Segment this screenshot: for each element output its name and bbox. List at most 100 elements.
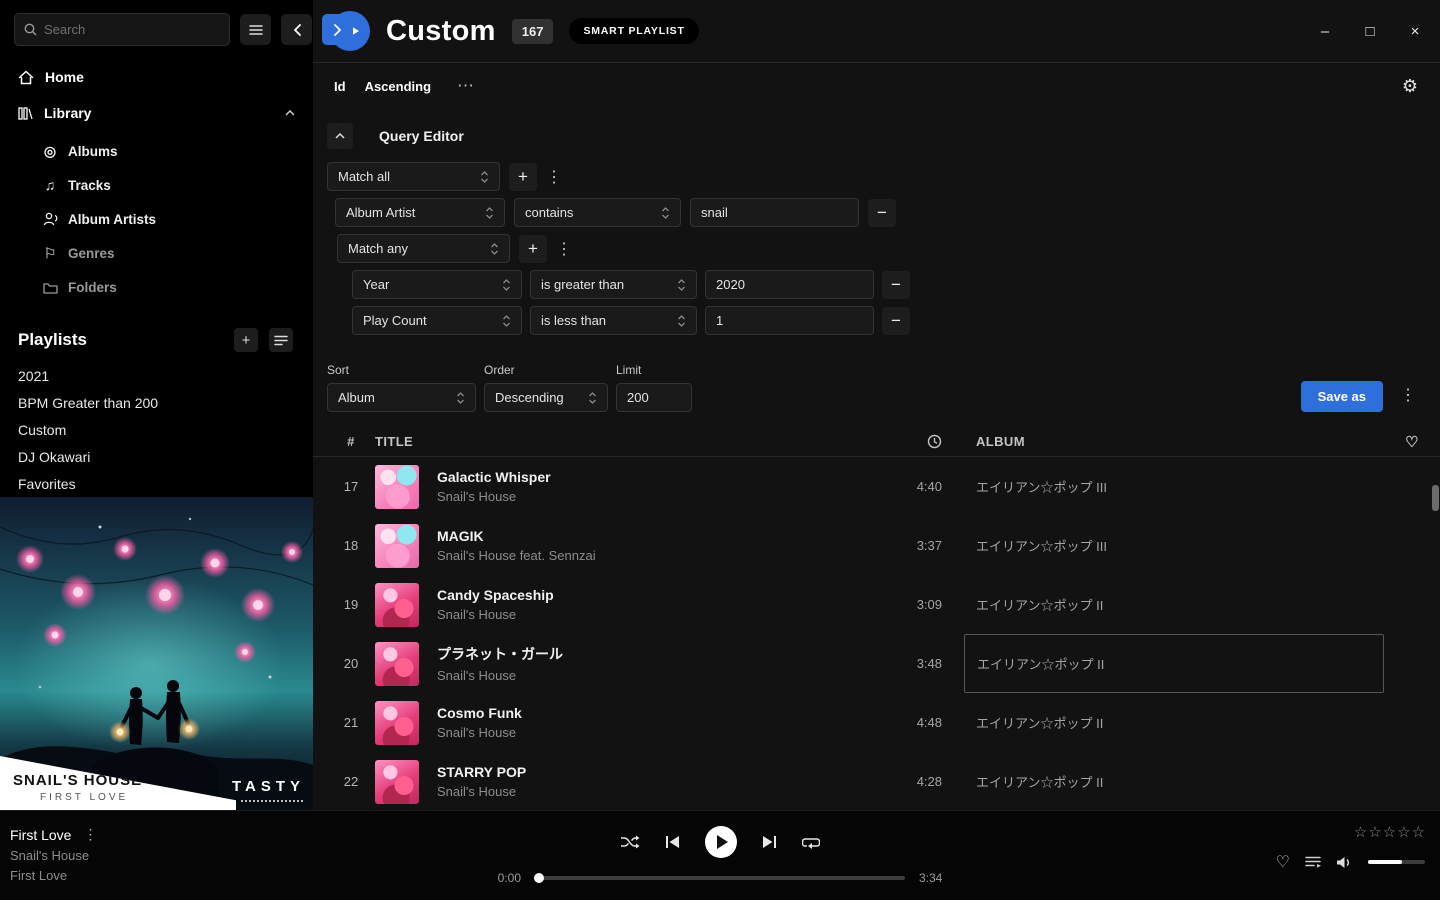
track-thumbnail[interactable] (375, 701, 419, 745)
table-row[interactable]: 21 Cosmo Funk Snail's House 4:48 エイリアン☆ポ… (313, 693, 1440, 752)
sidebar-item-tracks[interactable]: ♫ Tracks (0, 168, 313, 202)
scrollbar-track[interactable] (1431, 427, 1440, 810)
rule-value-input[interactable] (716, 313, 863, 328)
playlist-item[interactable]: DJ Okawari (0, 443, 313, 470)
add-rule-button[interactable]: + (519, 235, 547, 263)
rule-field-select[interactable]: Play Count (352, 306, 522, 335)
rule-field-select[interactable]: Album Artist (335, 198, 505, 227)
track-thumbnail[interactable] (375, 583, 419, 627)
maximize-button[interactable]: □ (1361, 23, 1379, 40)
track-duration: 4:28 (917, 774, 964, 789)
previous-track-button[interactable] (665, 835, 680, 849)
sidebar-item-genres[interactable]: ⚐ Genres (0, 236, 313, 270)
star-icon[interactable]: ☆ (1383, 823, 1396, 841)
group-options-button[interactable]: ⋮ (556, 239, 570, 259)
playlist-list-button[interactable] (269, 328, 293, 352)
order-select[interactable]: Descending (484, 383, 608, 412)
seek-slider[interactable] (535, 876, 905, 880)
sort-select[interactable]: Album (327, 383, 476, 412)
track-thumbnail[interactable] (375, 642, 419, 686)
playlist-item[interactable]: 2021 (0, 362, 313, 389)
limit-field[interactable] (616, 383, 692, 412)
nav-forward-button[interactable] (322, 14, 353, 45)
sidebar-item-library[interactable]: Library (0, 95, 313, 131)
rule-value-field[interactable] (705, 306, 874, 335)
match-type-select[interactable]: Match all (327, 162, 500, 191)
duration-column-clock-icon[interactable] (927, 434, 964, 449)
rule-value-input[interactable] (701, 205, 848, 220)
track-thumbnail[interactable] (375, 465, 419, 509)
rule-operator-select[interactable]: is greater than (530, 270, 697, 299)
limit-input[interactable] (627, 390, 681, 405)
table-row[interactable]: 18 MAGIK Snail's House feat. Sennzai 3:3… (313, 516, 1440, 575)
sidebar-item-albums[interactable]: ◎ Albums (0, 134, 313, 168)
now-playing-artwork[interactable]: SNAIL'S HOUSE FIRST LOVE TASTY (0, 497, 313, 810)
track-table-header: # TITLE ALBUM ♡ (313, 427, 1440, 457)
track-album-focused[interactable]: エイリアン☆ポップ II (964, 634, 1384, 693)
column-album[interactable]: ALBUM (964, 434, 1384, 449)
remove-rule-button[interactable]: − (868, 199, 896, 227)
sort-direction-button[interactable]: Ascending (365, 79, 431, 94)
now-playing-album[interactable]: First Love (10, 868, 97, 883)
star-icon[interactable]: ☆ (1368, 823, 1381, 841)
search-input[interactable] (44, 22, 220, 37)
close-button[interactable]: × (1406, 23, 1424, 40)
favorite-heart-icon[interactable]: ♡ (1276, 852, 1290, 872)
match-type-select[interactable]: Match any (337, 234, 510, 263)
favorite-column-heart-icon[interactable]: ♡ (1405, 433, 1419, 451)
collapse-query-editor-button[interactable] (327, 123, 353, 149)
table-row[interactable]: 22 STARRY POP Snail's House 4:28 エイリアン☆ポ… (313, 752, 1440, 810)
rule-value-field[interactable] (690, 198, 859, 227)
add-playlist-button[interactable]: + (234, 328, 258, 352)
sidebar-item-folders[interactable]: Folders (0, 270, 313, 304)
sidebar-item-album-artists[interactable]: Album Artists (0, 202, 313, 236)
star-icon[interactable]: ☆ (1412, 823, 1425, 841)
sidebar-item-home[interactable]: Home (0, 59, 313, 95)
volume-icon[interactable] (1336, 856, 1353, 869)
now-playing-options-button[interactable]: ⋮ (83, 826, 97, 843)
playlist-item[interactable]: Custom (0, 416, 313, 443)
rule-operator-select[interactable]: contains (514, 198, 681, 227)
star-icon[interactable]: ☆ (1354, 823, 1367, 841)
column-number[interactable]: # (347, 434, 355, 449)
menu-button[interactable] (240, 14, 271, 45)
add-rule-button[interactable]: + (509, 163, 537, 191)
column-title[interactable]: TITLE (375, 434, 894, 449)
now-playing-artist[interactable]: Snail's House (10, 848, 97, 863)
more-options-button[interactable]: ⋯ (457, 76, 474, 96)
table-row[interactable]: 19 Candy Spaceship Snail's House 3:09 エイ… (313, 575, 1440, 634)
chevron-up-icon[interactable] (285, 110, 295, 116)
playlist-item[interactable]: BPM Greater than 200 (0, 389, 313, 416)
seek-knob[interactable] (534, 873, 544, 883)
group-options-button[interactable]: ⋮ (546, 167, 560, 187)
next-track-button[interactable] (762, 835, 777, 849)
nav-back-button[interactable] (281, 14, 312, 45)
track-thumbnail[interactable] (375, 524, 419, 568)
repeat-button[interactable] (802, 835, 820, 850)
minimize-button[interactable]: – (1316, 23, 1334, 40)
save-as-button[interactable]: Save as (1301, 381, 1383, 412)
select-spinner-icon (661, 205, 670, 221)
rule-value-field[interactable] (705, 270, 874, 299)
search-box[interactable] (14, 13, 230, 46)
save-options-button[interactable]: ⋮ (1400, 385, 1414, 405)
shuffle-button[interactable] (620, 835, 640, 849)
track-thumbnail[interactable] (375, 760, 419, 804)
disc-icon: ◎ (42, 144, 58, 158)
rule-value-input[interactable] (716, 277, 863, 292)
sort-field-button[interactable]: Id (334, 79, 346, 94)
table-row[interactable]: 20 プラネット・ガール Snail's House 3:48 エイリアン☆ポッ… (313, 634, 1440, 693)
scrollbar-thumb[interactable] (1432, 485, 1439, 511)
rule-operator-select[interactable]: is less than (530, 306, 697, 335)
volume-slider[interactable] (1368, 860, 1425, 864)
playlist-item[interactable]: Favorites (0, 470, 313, 497)
rule-field-select[interactable]: Year (352, 270, 522, 299)
star-icon[interactable]: ☆ (1397, 823, 1410, 841)
table-row[interactable]: 17 Galactic Whisper Snail's House 4:40 エ… (313, 457, 1440, 516)
remove-rule-button[interactable]: − (882, 307, 910, 335)
remove-rule-button[interactable]: − (882, 271, 910, 299)
now-playing-title[interactable]: First Love (10, 827, 71, 843)
play-pause-button[interactable] (705, 826, 737, 858)
queue-icon[interactable] (1305, 856, 1321, 868)
gear-icon[interactable]: ⚙ (1402, 76, 1418, 97)
